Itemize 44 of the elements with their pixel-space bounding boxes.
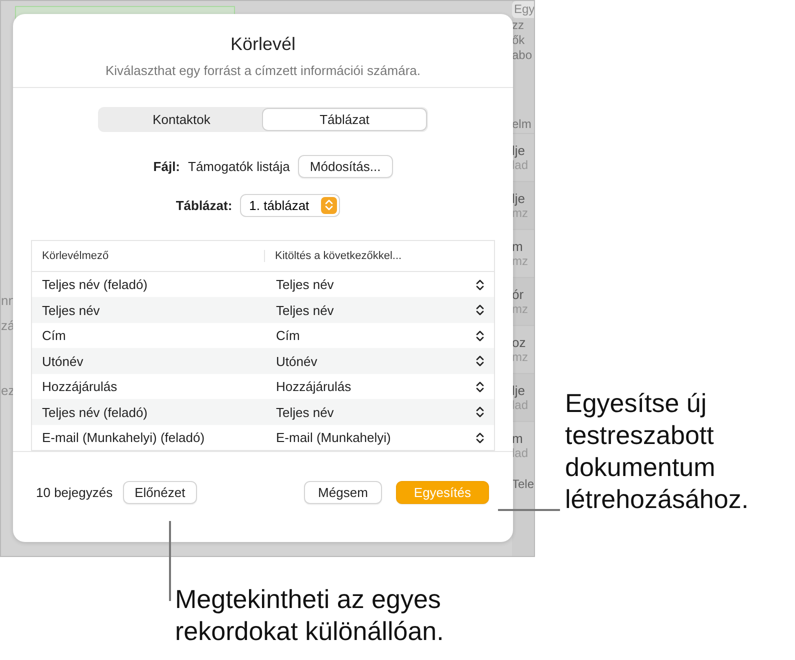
table-cell-text: E-mail (Munkahelyi) (feladó): [41, 430, 206, 446]
sidebar-header: elm: [512, 116, 532, 133]
table-cell-text: Utónév: [41, 354, 84, 369]
stepper-icon: [476, 406, 484, 418]
stepper-icon: [476, 432, 484, 444]
tab[interactable]: Táblázat: [263, 108, 426, 130]
table-cell-text: Teljes név (feladó): [41, 404, 148, 420]
tab[interactable]: Kontaktok: [100, 108, 263, 130]
table-cell-text: Teljes név (feladó): [41, 277, 148, 292]
stepper-icon: [476, 304, 484, 316]
fill-popup[interactable]: Teljes név: [270, 276, 494, 294]
cancel-button[interactable]: Mégsem: [304, 480, 382, 504]
fill-popup[interactable]: Utónév: [270, 352, 494, 370]
callout-text: Egyesítse új testreszabott dokumentum létrehozásához.: [565, 387, 750, 515]
text-fragment: ők: [512, 33, 526, 48]
change-button[interactable]: Módosítás...: [298, 154, 393, 178]
stepper-icon: [325, 199, 334, 212]
text-fragment: abo: [512, 48, 534, 63]
column-header: Körlevélmező: [41, 250, 110, 262]
stepper-icon: [476, 380, 484, 393]
fill-popup[interactable]: E-mail (Munkahelyi): [270, 429, 494, 446]
preview-button[interactable]: Előnézet: [122, 480, 198, 504]
file-name: Támogatók listája: [188, 158, 290, 174]
fill-popup[interactable]: Teljes név: [270, 404, 494, 421]
dialog-subtitle: Kiválaszthat egy forrást a címzett információi számára.: [105, 63, 420, 78]
record-count: 10 bejegyzés: [36, 484, 113, 500]
stepper-icon: [476, 355, 484, 368]
stepper-icon: [476, 330, 484, 342]
text-fragment: zz: [512, 18, 525, 33]
stepper-icon: [476, 278, 484, 291]
fill-popup[interactable]: Hozzájárulás: [270, 378, 494, 396]
sidebar-footer: Tele: [512, 477, 534, 492]
field-label: Táblázat:: [176, 198, 232, 213]
dialog-title: Körlevél: [230, 34, 296, 55]
callout-text: Megtekintheti az egyes rekordokat különállóan.: [175, 583, 445, 647]
table-cell-text: Hozzájárulás: [41, 379, 118, 394]
table-cell-text: Teljes név: [41, 302, 101, 318]
column-header: Kitöltés a következőkkel...: [264, 250, 494, 262]
fill-popup[interactable]: Teljes név: [270, 302, 494, 319]
table-cell-text: Cím: [41, 328, 67, 344]
leader-line: [498, 509, 560, 511]
table-popup[interactable]: 1. táblázat: [240, 194, 340, 217]
fill-popup[interactable]: Cím: [270, 327, 494, 344]
field-label: Fájl:: [153, 158, 180, 174]
